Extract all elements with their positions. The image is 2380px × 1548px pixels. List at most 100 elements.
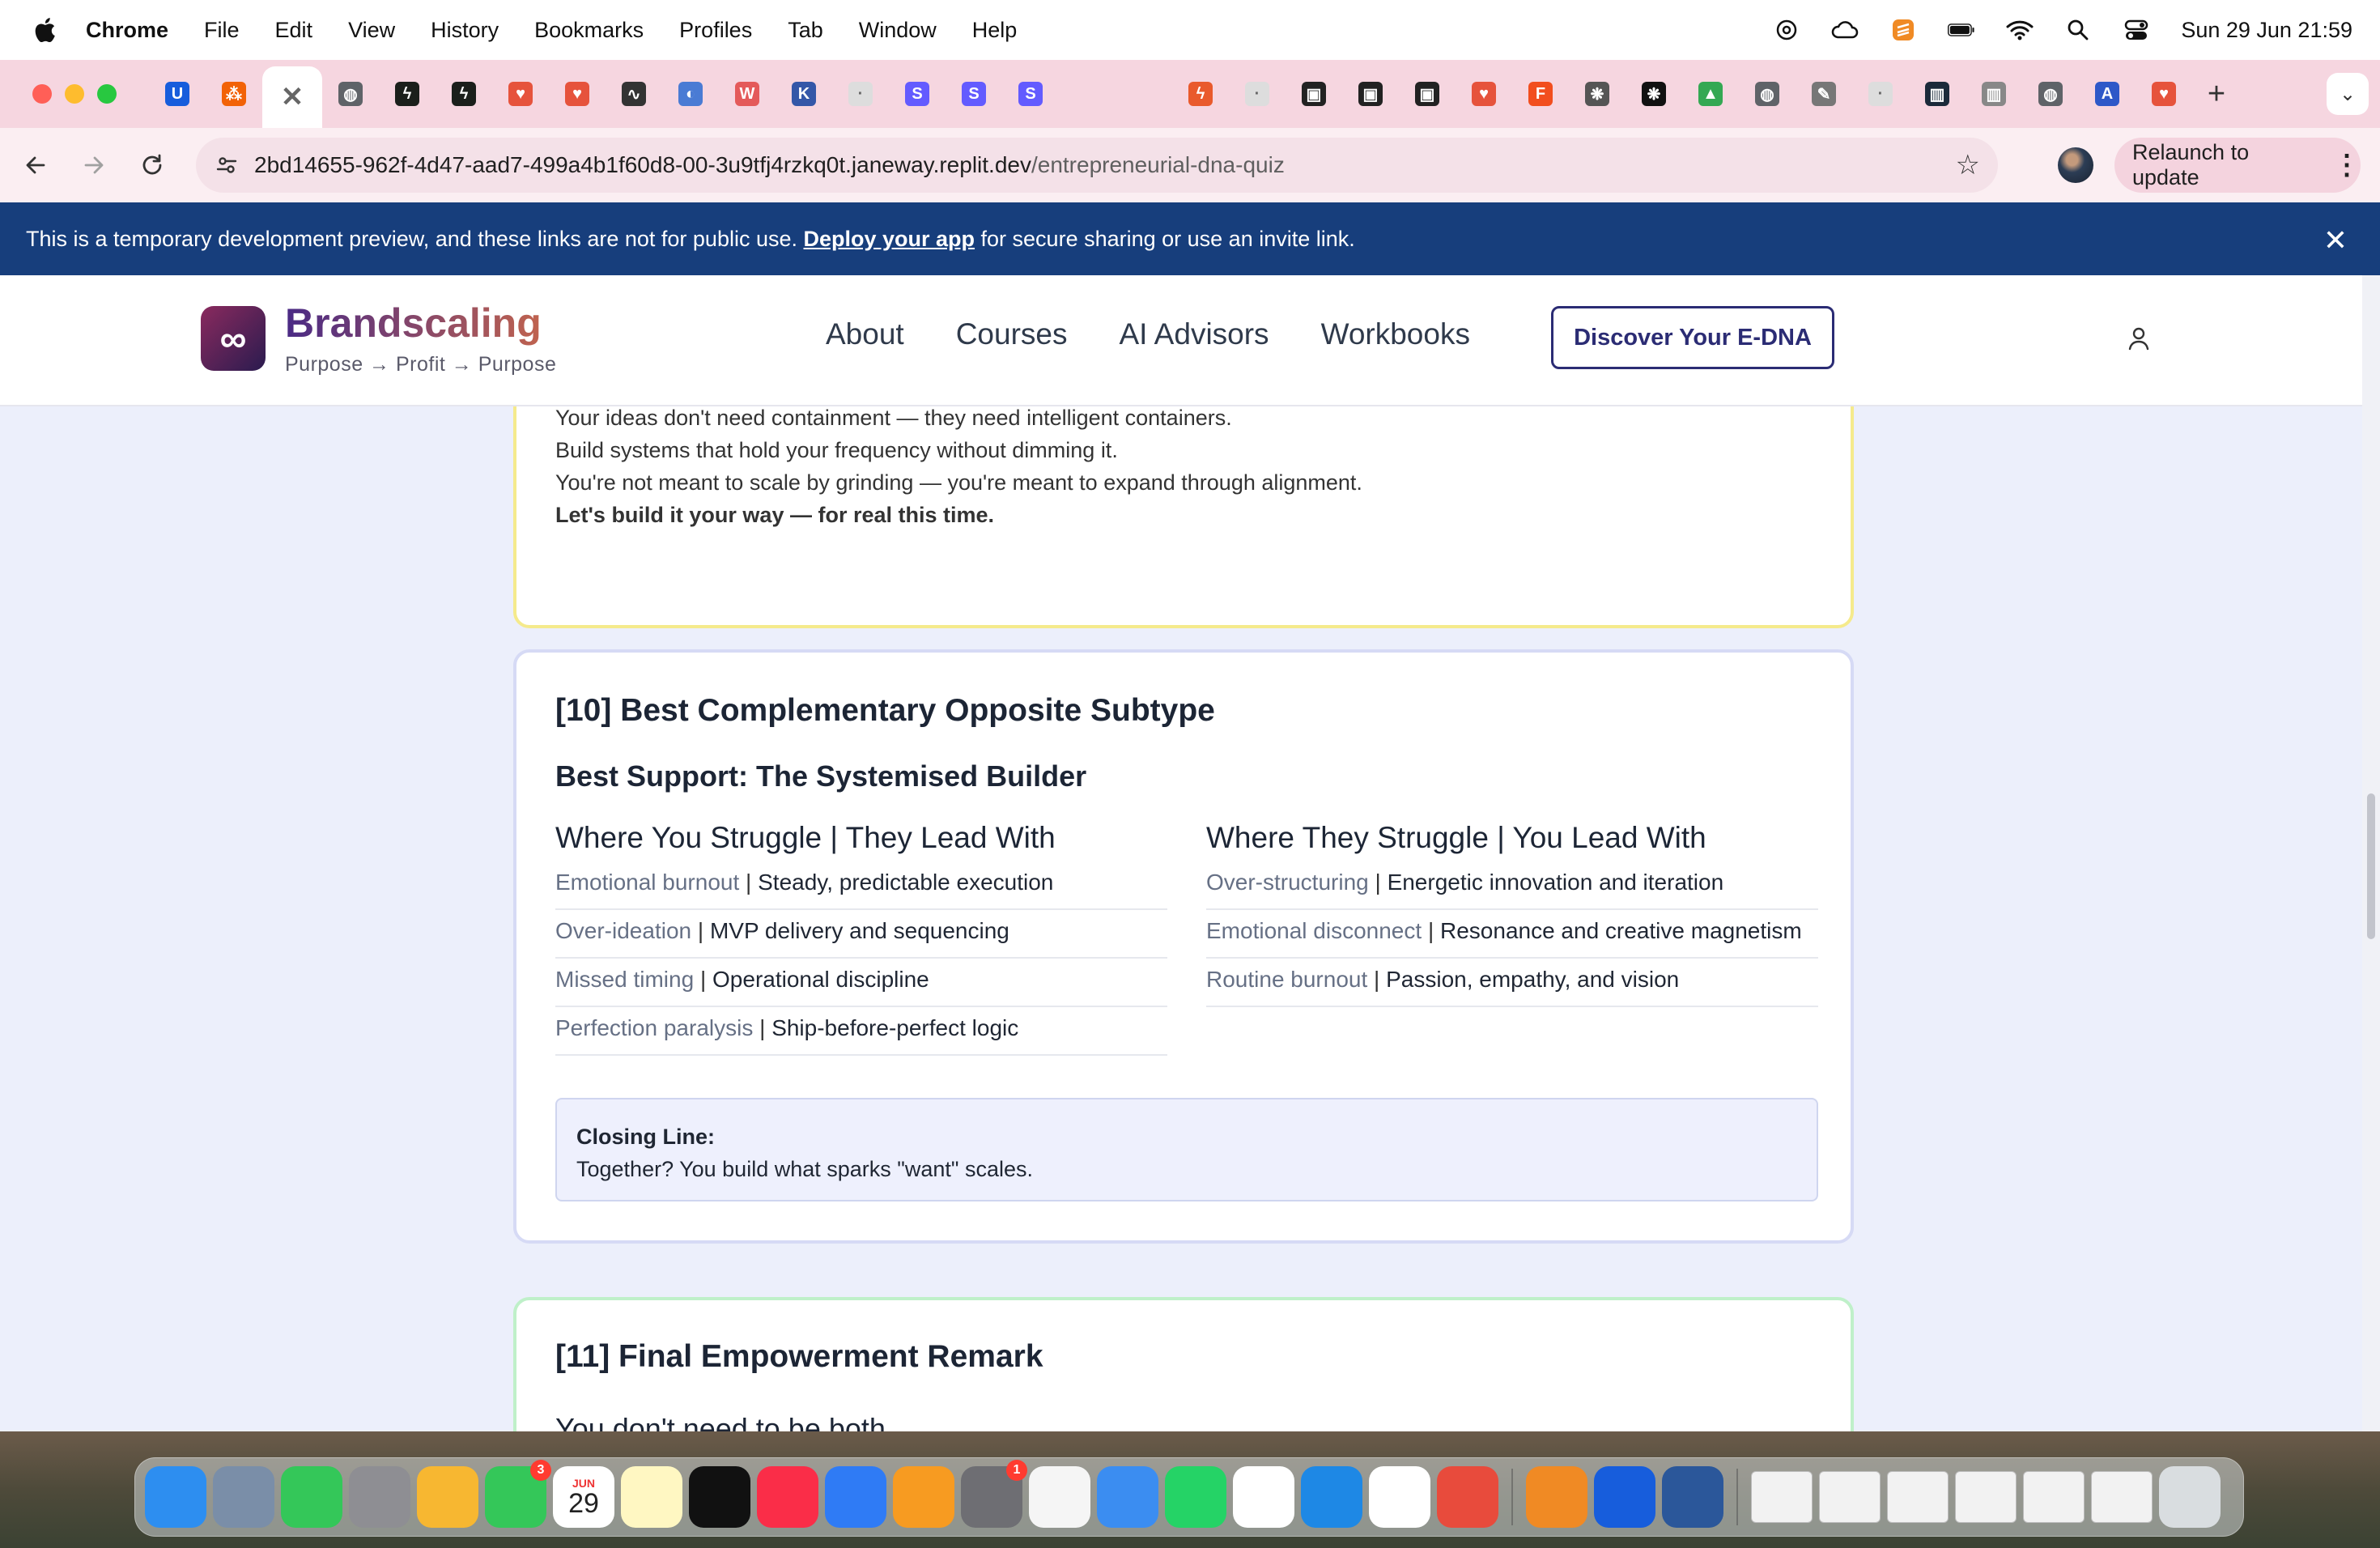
battery-icon[interactable]	[1948, 18, 1975, 42]
reload-button[interactable]	[123, 136, 181, 194]
browser-tab[interactable]: ♥	[1456, 60, 1512, 128]
messages-icon[interactable]	[281, 1466, 342, 1528]
back-button[interactable]	[6, 136, 65, 194]
browser-tab[interactable]: A	[2079, 60, 2136, 128]
browser-tab[interactable]: ▲	[1682, 60, 1739, 128]
sublime-icon[interactable]	[1526, 1466, 1587, 1528]
launchpad-icon[interactable]	[349, 1466, 410, 1528]
menu-history[interactable]: History	[431, 18, 499, 43]
menu-help[interactable]: Help	[972, 18, 1018, 43]
menu-app-name[interactable]: Chrome	[86, 18, 168, 43]
menu-profiles[interactable]: Profiles	[679, 18, 752, 43]
browser-tab[interactable]: W	[719, 60, 776, 128]
browser-tab[interactable]: ♥	[2136, 60, 2192, 128]
page-scrollbar[interactable]	[2362, 275, 2380, 1431]
brand-name[interactable]: Brandscaling	[285, 300, 542, 347]
zoom-window-button[interactable]	[97, 84, 117, 104]
user-account-icon[interactable]	[2124, 324, 2153, 353]
profile-avatar[interactable]	[2058, 147, 2093, 183]
airmail-icon[interactable]	[1437, 1466, 1498, 1528]
close-icon[interactable]: ✕	[280, 82, 304, 113]
menu-bookmarks[interactable]: Bookmarks	[534, 18, 644, 43]
bitwarden-icon[interactable]	[1594, 1466, 1655, 1528]
browser-tab[interactable]: S	[889, 60, 946, 128]
trash-icon[interactable]	[2159, 1466, 2221, 1528]
new-tab-button[interactable]: +	[2192, 77, 2241, 112]
banner-close-icon[interactable]: ✕	[2323, 223, 2348, 257]
browser-tab[interactable]: K	[776, 60, 832, 128]
mail-icon[interactable]	[1097, 1466, 1158, 1528]
minimized-window-thumbnail[interactable]	[2023, 1471, 2085, 1523]
browser-tab[interactable]: ϟ	[379, 60, 436, 128]
browser-tab[interactable]: ♥	[549, 60, 606, 128]
browser-tab[interactable]: S	[1002, 60, 1059, 128]
pages-icon[interactable]	[893, 1466, 954, 1528]
browser-tab[interactable]: ♥	[492, 60, 549, 128]
browser-tab[interactable]: ·	[1229, 60, 1286, 128]
apple-menu-icon[interactable]	[31, 15, 57, 45]
browser-tab[interactable]: ⁂	[206, 60, 262, 128]
chatgpt-status-icon[interactable]	[1773, 18, 1800, 42]
spotlight-search-icon[interactable]	[2064, 18, 2092, 42]
site-info-icon[interactable]	[210, 149, 243, 181]
appletv-icon[interactable]	[689, 1466, 750, 1528]
word-icon[interactable]	[1662, 1466, 1723, 1528]
forward-button[interactable]	[65, 136, 123, 194]
browser-tab[interactable]: ϟ	[436, 60, 492, 128]
nav-ai-advisors[interactable]: AI Advisors	[1119, 317, 1269, 351]
preview-icon[interactable]	[213, 1466, 274, 1528]
sublime-status-icon[interactable]	[1889, 18, 1917, 42]
menu-clock[interactable]: Sun 29 Jun 21:59	[2181, 18, 2352, 43]
music-icon[interactable]	[757, 1466, 818, 1528]
menu-edit[interactable]: Edit	[275, 18, 313, 43]
menu-file[interactable]: File	[204, 18, 240, 43]
browser-tab[interactable]: ·	[1852, 60, 1909, 128]
browser-tab[interactable]: S	[946, 60, 1002, 128]
deploy-app-link[interactable]: Deploy your app	[804, 227, 975, 251]
browser-tab[interactable]: ✎	[1796, 60, 1852, 128]
minimize-window-button[interactable]	[65, 84, 84, 104]
cloud-status-icon[interactable]	[1831, 18, 1859, 42]
finder-icon[interactable]	[145, 1466, 206, 1528]
whatsapp-icon[interactable]	[1165, 1466, 1226, 1528]
browser-tab[interactable]: ·	[832, 60, 889, 128]
browser-tab[interactable]: ◍	[322, 60, 379, 128]
nav-courses[interactable]: Courses	[956, 317, 1068, 351]
facetime-icon[interactable]: 3	[485, 1460, 551, 1528]
control-center-icon[interactable]	[2123, 18, 2150, 42]
wifi-icon[interactable]	[2006, 18, 2034, 42]
minimized-window-thumbnail[interactable]	[1955, 1471, 2017, 1523]
chrome-icon[interactable]	[1369, 1466, 1430, 1528]
browser-tab[interactable]: ◍	[2022, 60, 2079, 128]
calendar-icon[interactable]: JUN 29	[553, 1466, 614, 1528]
browser-tab[interactable]: ◐	[662, 60, 719, 128]
browser-tab[interactable]: ▣	[1286, 60, 1342, 128]
browser-tab[interactable]: ▣	[1342, 60, 1399, 128]
url-text[interactable]: 2bd14655-962f-4d47-aad7-499a4b1f60d8-00-…	[254, 152, 1285, 178]
browser-tab[interactable]: ϟ	[1172, 60, 1229, 128]
chatgpt-icon[interactable]	[1233, 1466, 1294, 1528]
nav-about[interactable]: About	[826, 317, 904, 351]
system-settings-icon[interactable]: 1	[961, 1460, 1027, 1528]
browser-tab[interactable]: ❋	[1626, 60, 1682, 128]
browser-tab[interactable]: ✕	[262, 66, 322, 128]
discover-edna-button[interactable]: Discover Your E-DNA	[1551, 306, 1834, 369]
minimized-window-thumbnail[interactable]	[1751, 1471, 1813, 1523]
tab-search-button[interactable]: ⌄	[2327, 73, 2369, 115]
browser-tab[interactable]: ◍	[1739, 60, 1796, 128]
browser-tab[interactable]: ▥	[1909, 60, 1966, 128]
notes-icon[interactable]	[621, 1466, 682, 1528]
minimized-window-thumbnail[interactable]	[1887, 1471, 1949, 1523]
menu-window[interactable]: Window	[859, 18, 937, 43]
browser-tab[interactable]: ∿	[606, 60, 662, 128]
close-window-button[interactable]	[32, 84, 52, 104]
browser-tab[interactable]: ❋	[1569, 60, 1626, 128]
browser-tab[interactable]: F	[1512, 60, 1569, 128]
mouse-app-icon[interactable]	[1029, 1466, 1090, 1528]
minimized-window-thumbnail[interactable]	[2091, 1471, 2153, 1523]
keynote-icon[interactable]	[825, 1466, 886, 1528]
menu-tab[interactable]: Tab	[788, 18, 823, 43]
browser-tab[interactable]	[1059, 60, 1116, 128]
menu-view[interactable]: View	[348, 18, 395, 43]
scrollbar-thumb[interactable]	[2367, 793, 2375, 939]
